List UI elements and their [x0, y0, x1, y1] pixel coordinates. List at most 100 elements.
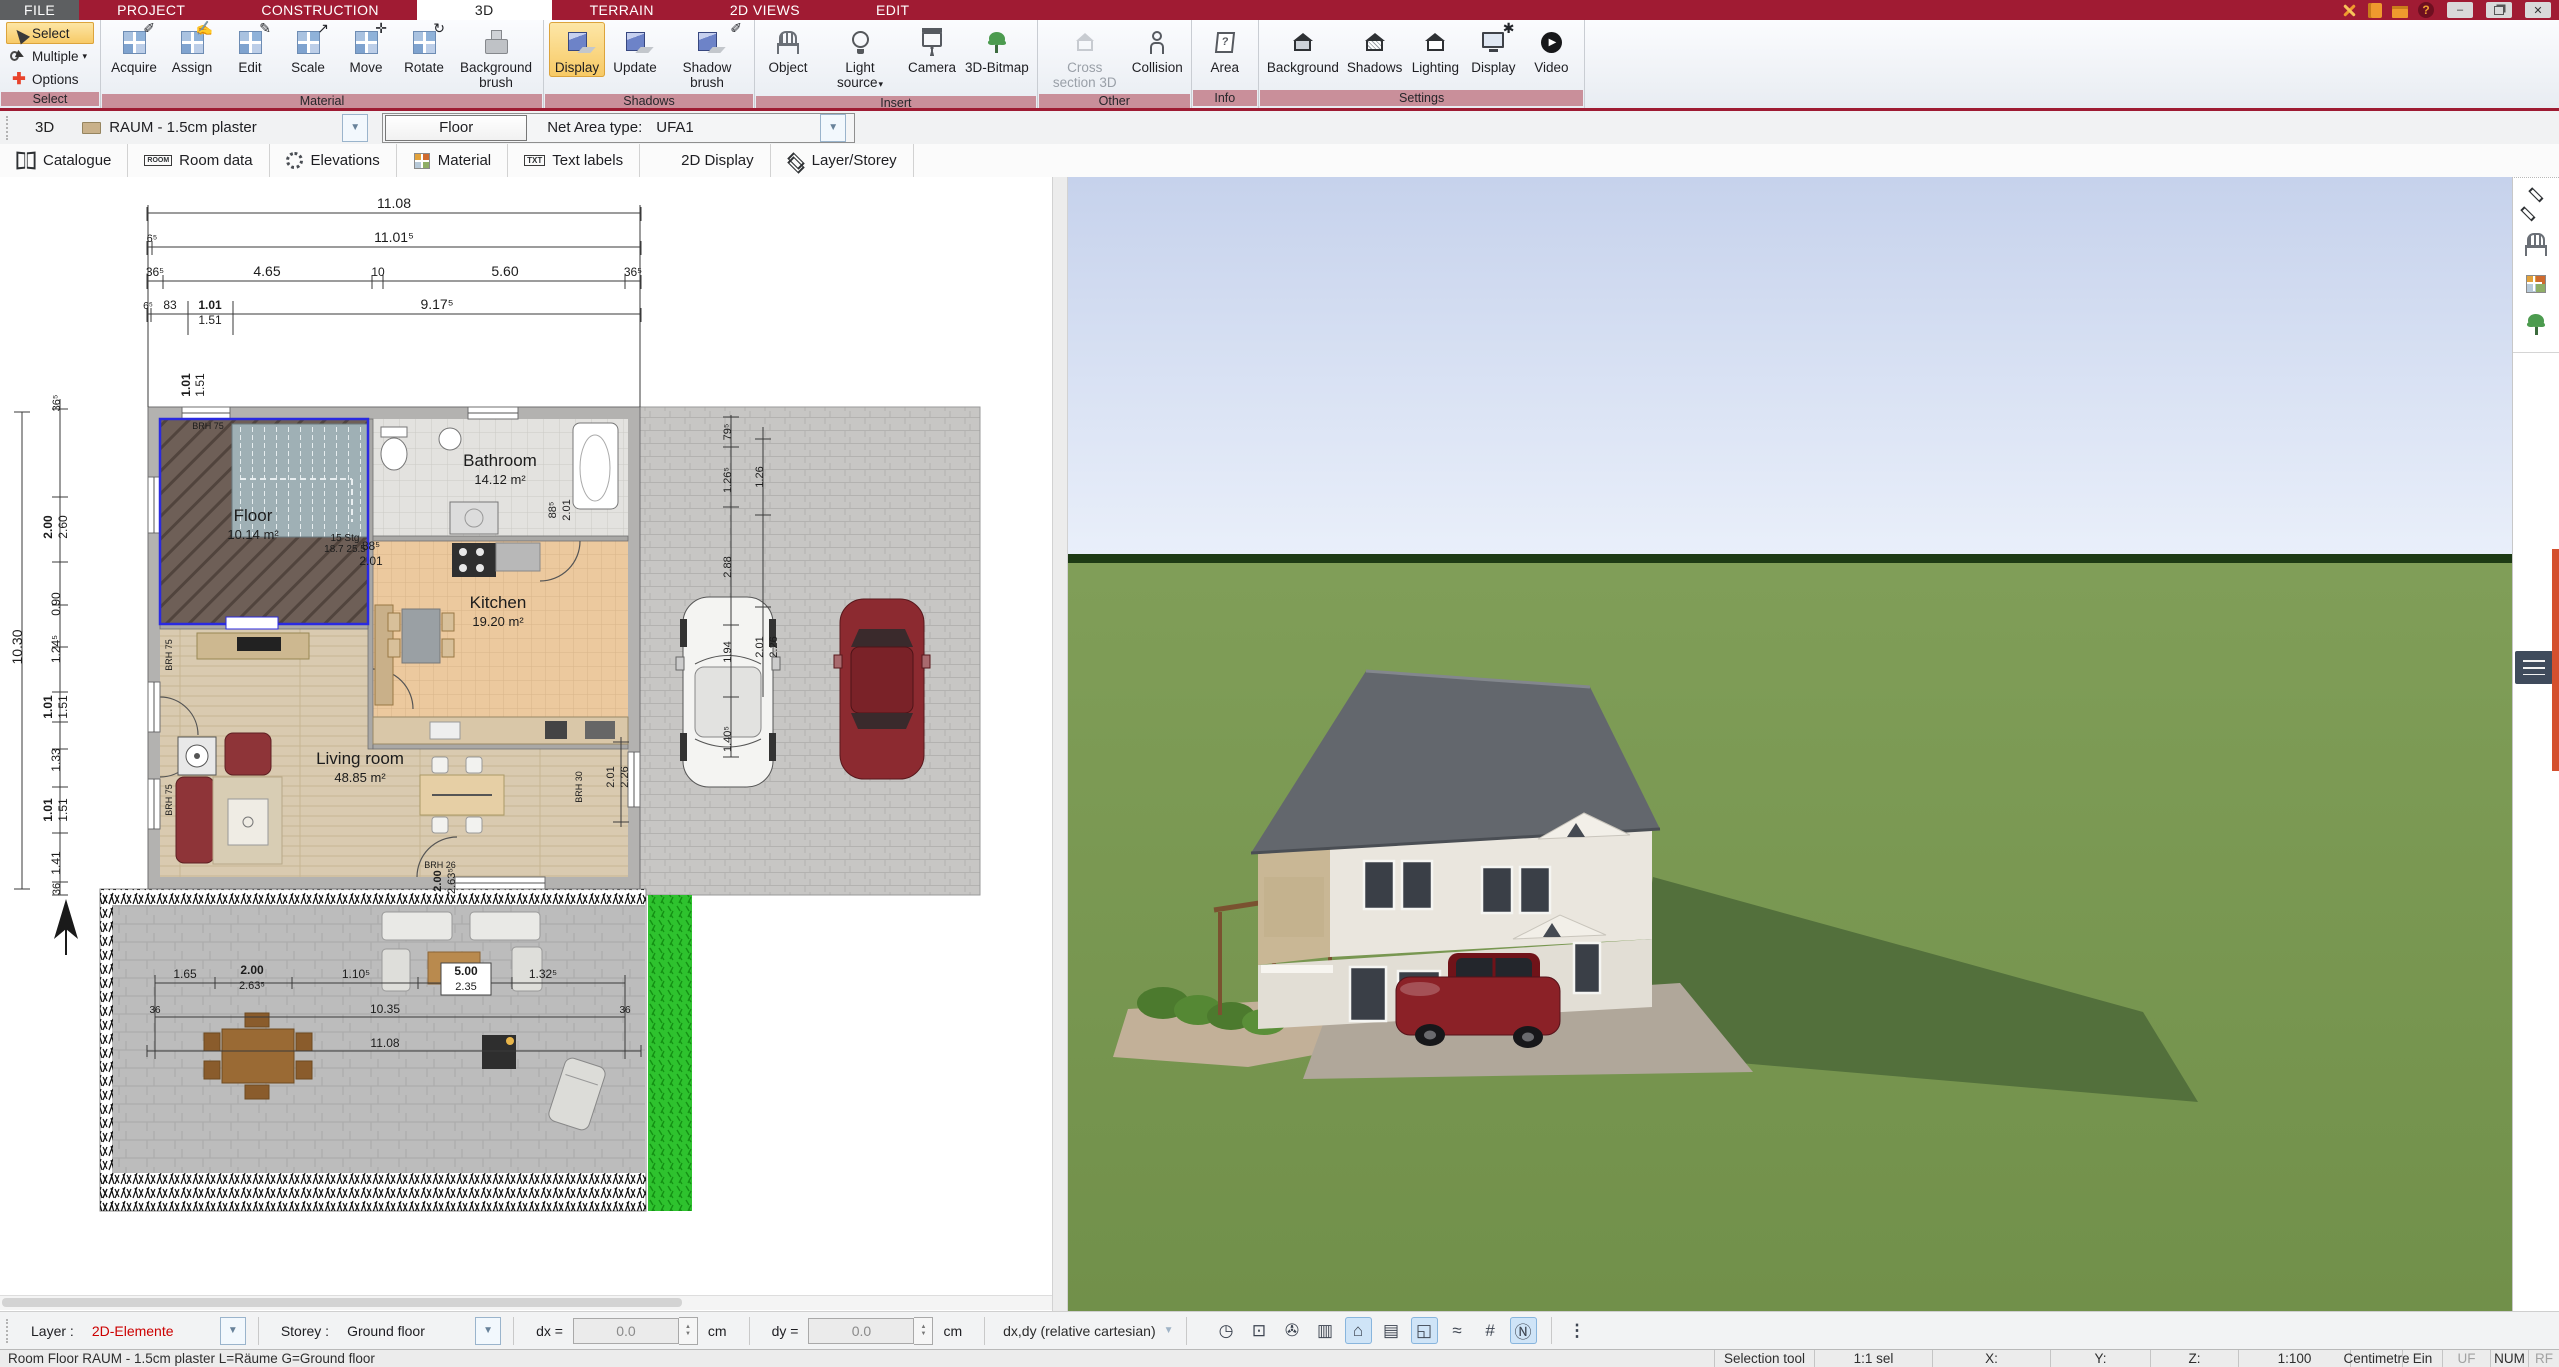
separator	[1185, 1316, 1187, 1345]
toolbar-grip[interactable]	[6, 115, 11, 140]
layer-combobox[interactable]: 2D-Elemente ▼	[84, 1316, 246, 1345]
chevron-down-icon[interactable]: ▼	[475, 1316, 502, 1345]
ribbon-button-display[interactable]: Display▾	[549, 22, 605, 77]
dy-input[interactable]: 0.0	[808, 1317, 915, 1344]
help-icon[interactable]: ?	[2418, 2, 2434, 18]
menu-tab-project[interactable]: PROJECT	[79, 0, 223, 20]
ribbon-button-cross-section-3d[interactable]: Cross section 3D▾	[1043, 22, 1127, 92]
render-3d-canvas[interactable]	[1068, 177, 2512, 1311]
object-chair-icon[interactable]	[2520, 230, 2552, 258]
svg-text:2.26: 2.26	[619, 766, 631, 787]
view-3d[interactable]	[1068, 177, 2512, 1311]
svg-text:88⁵: 88⁵	[547, 502, 559, 519]
dx-input[interactable]: 0.0	[572, 1317, 679, 1344]
ribbon-group-info: Area▾ Info	[1192, 20, 1259, 108]
toolbar-icon-object-library[interactable]: ▥	[1312, 1317, 1339, 1344]
ribbon-button-light-source[interactable]: Light source▾	[818, 22, 902, 94]
menu-tab-edit[interactable]: EDIT	[838, 0, 948, 20]
ribbon-button-lighting[interactable]: Lighting▾	[1407, 22, 1463, 77]
tree-3d-icon[interactable]	[2520, 310, 2552, 338]
package-icon[interactable]	[2392, 5, 2408, 18]
toolbar-icon-more-options[interactable]: ⋮	[1550, 1317, 1591, 1344]
ribbon-button-background-brush[interactable]: Background brush▾	[454, 22, 538, 92]
toolbar-icon-grid-display[interactable]: #	[1477, 1317, 1504, 1344]
toolbar-icon-wall-display[interactable]: ▤	[1378, 1317, 1405, 1344]
view-tab-room-data[interactable]: Room data	[128, 144, 270, 177]
menu-tab-construction[interactable]: CONSTRUCTION	[223, 0, 417, 20]
ribbon-button-edit[interactable]: ✎ Edit▾	[222, 21, 278, 77]
floor-plan-canvas[interactable]: 11.086⁵ 11.01⁵36⁵ 4.65 10 5.60 36⁵6⁵ 83 1.011.5…	[0, 177, 1052, 1311]
chevron-down-icon: ▼	[1163, 1325, 1174, 1336]
toolbar-icon-north-arrow[interactable]: Ⓝ	[1509, 1317, 1537, 1344]
ribbon-button-background[interactable]: Background▾	[1264, 22, 1342, 77]
toolbar-icon-terrain-display[interactable]: ≈	[1444, 1317, 1471, 1344]
restore-button[interactable]	[2486, 2, 2512, 18]
ribbon-button-video[interactable]: Video▾	[1523, 22, 1579, 77]
svg-text:9.17⁵: 9.17⁵	[420, 296, 453, 312]
view-tab-elevations[interactable]: Elevations	[270, 144, 397, 177]
tools-icon[interactable]	[2340, 2, 2358, 18]
sky	[1068, 177, 2512, 554]
layer-storey-icon[interactable]	[2520, 190, 2552, 218]
ribbon-button-camera[interactable]: Camera▾	[904, 22, 960, 77]
manual-icon[interactable]	[2368, 2, 2382, 18]
menu-tab-2d-views[interactable]: 2D VIEWS	[692, 0, 838, 20]
material-palette-icon[interactable]	[2520, 270, 2552, 298]
view-tab-material[interactable]: Material	[397, 144, 509, 177]
view-tab-text-labels[interactable]: Text labels	[508, 144, 641, 177]
panel-drag-handle[interactable]	[2515, 651, 2553, 684]
menu-tab-3d[interactable]: 3D	[416, 0, 552, 20]
toolbar-icon-render-preview[interactable]: ⊡	[1246, 1317, 1273, 1344]
ribbon-button-object[interactable]: Object▾	[760, 22, 816, 77]
scrollbar-thumb[interactable]	[2, 1298, 682, 1307]
minimize-button[interactable]: –	[2447, 2, 2473, 18]
close-button[interactable]: ✕	[2525, 2, 2551, 18]
ribbon-button-update[interactable]: Update▾	[607, 22, 663, 77]
toolbar-icon-video-recorder[interactable]: ✇	[1279, 1317, 1306, 1344]
toolbar-icon-roof-display[interactable]: ⌂	[1344, 1317, 1372, 1344]
horizontal-scrollbar[interactable]	[0, 1295, 1052, 1310]
dx-stepper[interactable]	[678, 1316, 698, 1345]
vertical-scrollbar-thumb[interactable]	[2552, 549, 2559, 771]
ribbon-button-shadow-brush[interactable]: ✐ Shadow brush▾	[665, 21, 749, 92]
ribbon-button-collision[interactable]: Collision▾	[1129, 22, 1186, 77]
floor-button[interactable]: Floor	[385, 114, 528, 141]
select-button[interactable]: Select	[6, 22, 94, 44]
ribbon-button-display[interactable]: ✱ Display▾	[1465, 21, 1521, 77]
toolbar-icon-slab-display[interactable]: ◱	[1410, 1317, 1438, 1344]
chevron-down-icon[interactable]: ▼	[342, 113, 369, 142]
view-tab-2d-display[interactable]: 2D Display	[640, 144, 771, 177]
menu-tab-terrain[interactable]: TERRAIN	[552, 0, 692, 20]
dy-stepper[interactable]	[914, 1316, 934, 1345]
ribbon-button-scale[interactable]: ↗ Scale▾	[280, 21, 336, 77]
view-tab-layer-storey[interactable]: Layer/Storey	[771, 144, 914, 177]
plan-2d-view[interactable]: 11.08 6⁵ 11.01⁵ 36⁵ 4.65 10 5.60 36⁵ 6⁵ 83 1.01 1.5…	[0, 177, 1052, 1311]
toolbar-grip[interactable]	[6, 1318, 11, 1343]
storey-combobox[interactable]: Ground floor ▼	[339, 1316, 502, 1345]
separator	[748, 1316, 750, 1345]
ribbon-button-move[interactable]: ✛ Move▾	[338, 21, 394, 77]
ribbon-button-acquire[interactable]: ✐ Acquire▾	[106, 21, 162, 77]
ribbon-button-3d-bitmap[interactable]: 3D-Bitmap▾	[962, 22, 1032, 77]
view-tab-catalogue[interactable]: Catalogue	[0, 144, 129, 177]
ribbon-button-assign[interactable]: ✍ Assign▾	[164, 21, 220, 77]
options-button[interactable]: Options	[6, 68, 94, 90]
ribbon-button-rotate[interactable]: ↻ Rotate▾	[396, 21, 452, 77]
toolbar-icon-clock[interactable]: ◷	[1213, 1317, 1240, 1344]
svg-text:Bathroom: Bathroom	[463, 451, 537, 470]
material-combobox[interactable]: RAUM - 1.5cm plaster ▼	[72, 113, 369, 142]
menu-tab-file[interactable]: FILE	[0, 0, 80, 20]
chevron-down-icon[interactable]: ▼	[219, 1316, 246, 1345]
material-swatch	[82, 121, 102, 134]
pane-splitter[interactable]	[1052, 177, 1068, 1311]
multiple-button[interactable]: Multiple ▾	[6, 45, 94, 67]
coordinate-mode-dropdown[interactable]: dx,dy (relative cartesian) ▼	[1003, 1323, 1173, 1339]
ribbon: Select Multiple▾ Options Select ✐ Acquir…	[0, 20, 2559, 110]
car-red-topview[interactable]	[833, 598, 931, 780]
dx-label: dx =	[536, 1322, 563, 1339]
ribbon-button-area[interactable]: Area▾	[1197, 22, 1253, 77]
svg-text:2.88: 2.88	[722, 556, 734, 577]
group-label: Shadows	[545, 94, 753, 108]
chevron-down-icon[interactable]: ▼	[820, 113, 847, 142]
ribbon-button-shadows[interactable]: Shadows▾	[1344, 22, 1406, 77]
